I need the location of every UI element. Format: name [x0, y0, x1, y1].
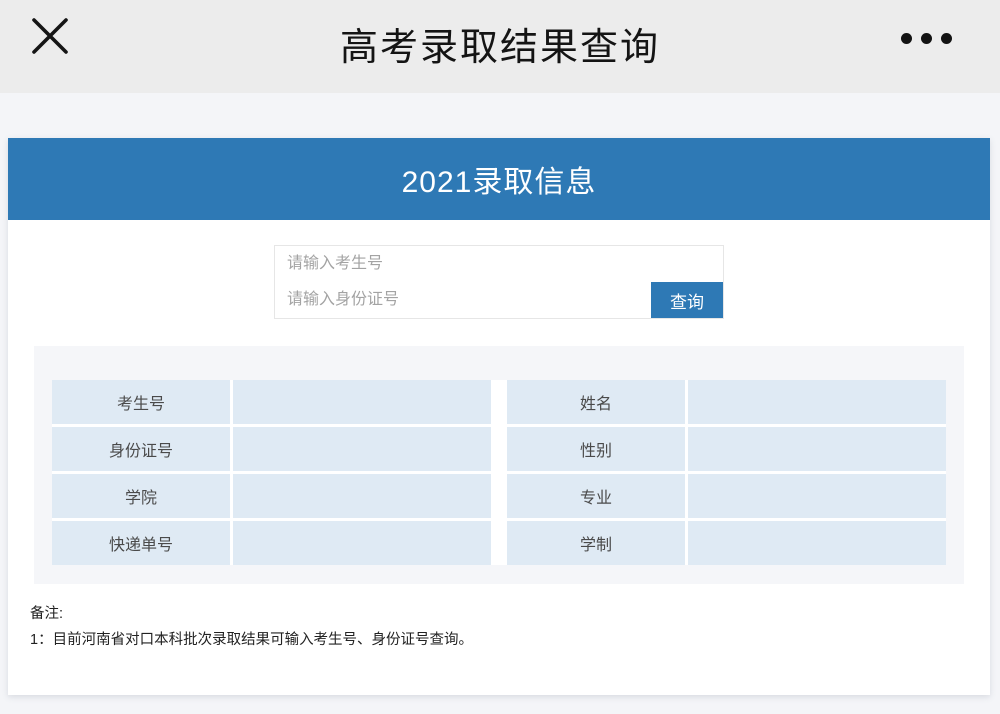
row-label: 姓名 [507, 380, 685, 424]
notes-heading: 备注: [30, 606, 64, 622]
row-value [233, 427, 491, 471]
row-label: 学制 [507, 521, 685, 565]
notes-line-1: 1：目前河南省对口本科批次录取结果可输入考生号、身份证号查询。 [30, 632, 474, 648]
row-value [688, 521, 946, 565]
row-value [688, 427, 946, 471]
row-value [233, 474, 491, 518]
result-tables: 考生号 身份证号 学院 快递单号 姓名 性别 专业 学制 [52, 380, 946, 565]
result-table-left: 考生号 身份证号 学院 快递单号 [52, 380, 491, 565]
row-label: 性别 [507, 427, 685, 471]
table-row: 身份证号 [52, 427, 491, 471]
row-label: 专业 [507, 474, 685, 518]
close-x-glyph [32, 18, 68, 54]
table-row: 姓名 [507, 380, 946, 424]
candidate-number-input[interactable] [275, 246, 723, 282]
form-area: 查询 [8, 245, 990, 319]
row-value [233, 521, 491, 565]
page-title: 高考录取结果查询 [339, 27, 660, 69]
table-row: 性别 [507, 427, 946, 471]
result-table-right: 姓名 性别 专业 学制 [507, 380, 946, 565]
more-menu-icon[interactable] [901, 28, 952, 48]
row-label: 考生号 [52, 380, 230, 424]
table-row: 学制 [507, 521, 946, 565]
screen: 高考录取结果查询 2021录取信息 查询 [0, 0, 1000, 714]
row-value [688, 474, 946, 518]
close-icon[interactable] [28, 14, 72, 58]
table-row: 专业 [507, 474, 946, 518]
result-panel: 考生号 身份证号 学院 快递单号 姓名 性别 专业 学制 [34, 346, 964, 584]
row-value [688, 380, 946, 424]
id-number-input[interactable] [275, 282, 651, 318]
query-button[interactable]: 查询 [651, 282, 723, 318]
card-header: 2021录取信息 [8, 138, 990, 220]
row-value [233, 380, 491, 424]
dot-icon [941, 32, 952, 44]
notes-section: 备注: 1：目前河南省对口本科批次录取结果可输入考生号、身份证号查询。 [8, 584, 990, 653]
table-row: 快递单号 [52, 521, 491, 565]
card-title: 2021录取信息 [401, 166, 597, 199]
row-label: 学院 [52, 474, 230, 518]
table-row: 学院 [52, 474, 491, 518]
titlebar: 高考录取结果查询 [0, 0, 1000, 93]
dot-icon [901, 32, 912, 44]
row-label: 身份证号 [52, 427, 230, 471]
page-body: 2021录取信息 查询 考生号 [0, 93, 1000, 695]
row-label: 快递单号 [52, 521, 230, 565]
dot-icon [921, 32, 932, 44]
table-row: 考生号 [52, 380, 491, 424]
form-row-2: 查询 [275, 282, 723, 318]
query-card: 2021录取信息 查询 考生号 [8, 138, 990, 695]
query-form: 查询 [274, 245, 724, 319]
